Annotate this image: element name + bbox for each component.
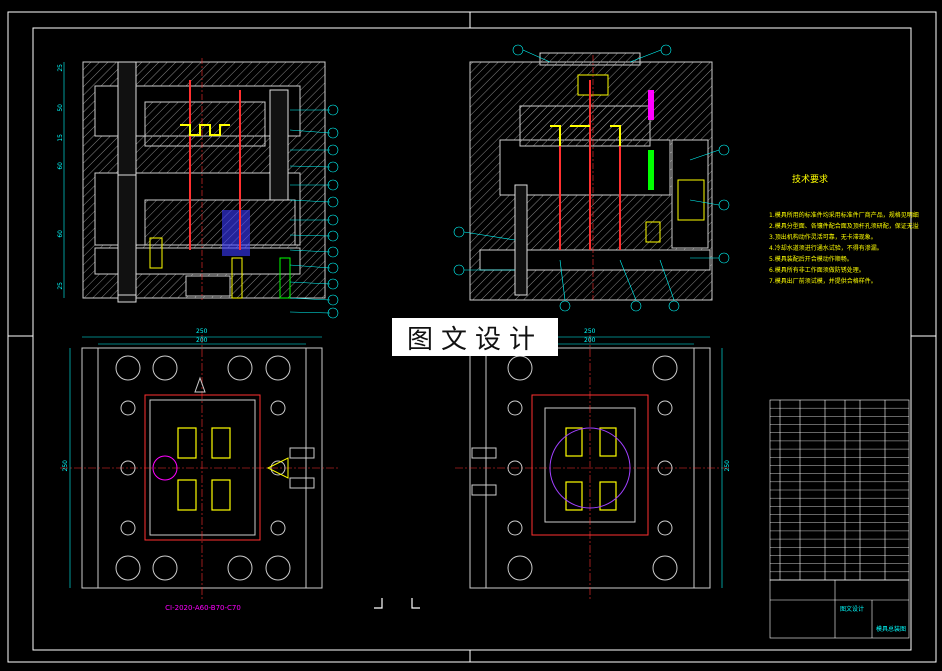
dim-height-left: 250 — [62, 460, 69, 472]
dim-width-outer-right: 250 — [584, 328, 596, 335]
note-line: 6.模具所有非工作面须做防锈处理。 — [769, 267, 865, 274]
watermark-banner: 图文设计 — [392, 318, 558, 356]
dim-plate-4: 60 — [57, 162, 64, 170]
dim-plate-5: 60 — [57, 230, 64, 238]
dim-plate-1: 25 — [57, 64, 64, 72]
title-block-drawing-name: 模具总装图 — [876, 626, 907, 633]
section-marks — [374, 598, 420, 609]
note-line: 3.顶出机构动作灵活可靠，无卡滞现象。 — [769, 234, 877, 241]
dimension-lines — [69, 336, 723, 588]
note-line: 5.模具装配后开合模动作顺畅。 — [769, 256, 853, 263]
dim-plate-6: 25 — [57, 282, 64, 290]
dim-width-outer-left: 250 — [196, 328, 208, 335]
plan-view-left — [60, 335, 340, 600]
note-line: 1.模具所用的标准件均采用标准件厂商产品，规格见明细表。 — [769, 212, 919, 219]
dim-width-inner-left: 200 — [196, 337, 208, 344]
note-line: 2.模具分型面、各镶件配合面及顶杆孔须研配，保证无溢料。 — [769, 223, 919, 230]
dim-width-inner-right: 200 — [584, 337, 596, 344]
note-line: 7.模具出厂前须试模，并提供合格样件。 — [769, 278, 877, 285]
plan-view-right — [455, 335, 730, 600]
section-view-left — [63, 58, 326, 303]
dim-height-right: 250 — [724, 460, 731, 472]
title-block-company: 图文设计 — [840, 606, 865, 613]
mold-base-code: CI-2020-A60-B70-C70 — [165, 604, 241, 612]
bom-table — [769, 399, 910, 639]
section-view-right — [469, 52, 713, 301]
technical-requirements-notes: 1.模具所用的标准件均采用标准件厂商产品，规格见明细表。 2.模具分型面、各镶件… — [769, 210, 919, 287]
bom-rows — [770, 407, 909, 573]
dim-plate-3: 15 — [57, 134, 64, 142]
technical-requirements-title: 技术要求 — [791, 175, 828, 185]
note-line: 4.冷却水道须进行通水试验，不得有渗漏。 — [769, 245, 883, 252]
dim-plate-2: 50 — [57, 104, 64, 112]
